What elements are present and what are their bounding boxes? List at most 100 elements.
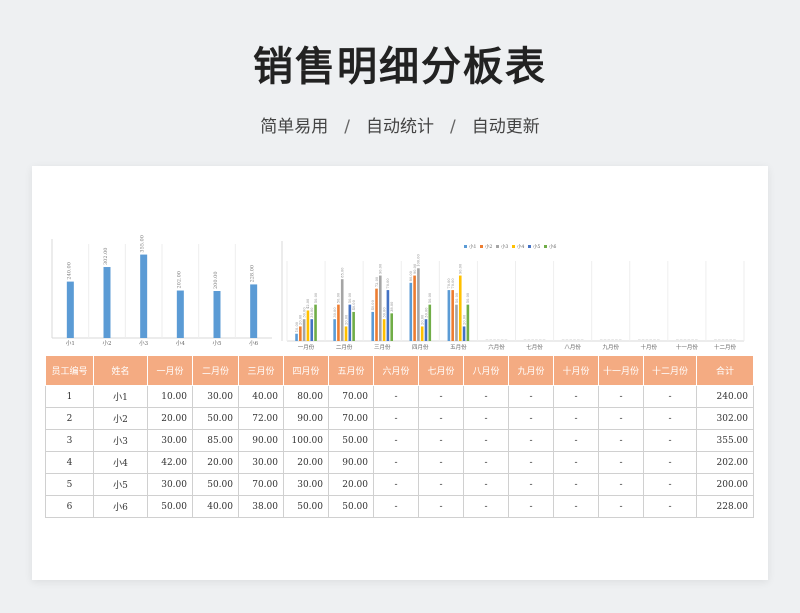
table-cell[interactable]: - bbox=[508, 473, 554, 496]
table-cell[interactable]: - bbox=[598, 429, 644, 452]
table-cell[interactable]: 10.00 bbox=[147, 385, 193, 408]
table-cell[interactable]: - bbox=[598, 407, 644, 430]
table-cell[interactable]: 80.00 bbox=[283, 385, 329, 408]
column-header[interactable]: 八月份 bbox=[463, 355, 509, 386]
table-cell[interactable]: 小2 bbox=[93, 407, 148, 430]
table-cell[interactable]: - bbox=[508, 495, 554, 518]
total-sales-chart[interactable]: 240.00 小1 302.00 小2 355.00 小3 202.00 小4 200.00 小5… bbox=[51, 235, 272, 347]
table-cell[interactable]: 40.00 bbox=[238, 385, 284, 408]
table-cell[interactable]: - bbox=[418, 407, 464, 430]
table-cell[interactable]: 20.00 bbox=[147, 407, 193, 430]
column-header[interactable]: 七月份 bbox=[418, 355, 464, 386]
table-cell[interactable]: 20.00 bbox=[283, 451, 329, 474]
table-cell[interactable]: 228.00 bbox=[696, 495, 754, 518]
table-cell[interactable]: - bbox=[508, 451, 554, 474]
table-cell[interactable]: 30.00 bbox=[192, 385, 239, 408]
table-cell[interactable]: - bbox=[418, 385, 464, 408]
table-cell[interactable]: 30.00 bbox=[238, 451, 284, 474]
table-cell[interactable]: 6 bbox=[45, 495, 94, 518]
table-cell[interactable]: 小5 bbox=[93, 473, 148, 496]
table-cell[interactable]: 72.00 bbox=[238, 407, 284, 430]
table-cell[interactable]: - bbox=[553, 451, 599, 474]
table-cell[interactable]: 小3 bbox=[93, 429, 148, 452]
table-cell[interactable]: 90.00 bbox=[283, 407, 329, 430]
table-cell[interactable]: 50.00 bbox=[192, 473, 239, 496]
table-cell[interactable]: - bbox=[643, 429, 697, 452]
column-header[interactable]: 三月份 bbox=[238, 355, 284, 386]
table-cell[interactable]: 355.00 bbox=[696, 429, 754, 452]
table-cell[interactable]: 40.00 bbox=[192, 495, 239, 518]
table-cell[interactable]: - bbox=[373, 429, 419, 452]
table-cell[interactable]: 38.00 bbox=[238, 495, 284, 518]
table-cell[interactable]: 90.00 bbox=[238, 429, 284, 452]
table-cell[interactable]: 200.00 bbox=[696, 473, 754, 496]
monthly-sales-chart[interactable]: 小1 小2 小3 小4 小5 小610.0020.0030.0042.0030.0050.… bbox=[281, 241, 745, 351]
table-cell[interactable]: 30.00 bbox=[147, 429, 193, 452]
table-cell[interactable]: 30.00 bbox=[283, 473, 329, 496]
table-cell[interactable]: - bbox=[598, 385, 644, 408]
table-cell[interactable]: - bbox=[373, 495, 419, 518]
table-cell[interactable]: - bbox=[643, 385, 697, 408]
table-cell[interactable]: 202.00 bbox=[696, 451, 754, 474]
table-cell[interactable]: - bbox=[553, 429, 599, 452]
table-cell[interactable]: 30.00 bbox=[147, 473, 193, 496]
column-header[interactable]: 合计 bbox=[696, 355, 754, 386]
table-cell[interactable]: - bbox=[463, 407, 509, 430]
table-cell[interactable]: - bbox=[373, 451, 419, 474]
table-cell[interactable]: 小1 bbox=[93, 385, 148, 408]
table-cell[interactable]: - bbox=[463, 429, 509, 452]
table-cell[interactable]: - bbox=[643, 451, 697, 474]
table-cell[interactable]: - bbox=[373, 407, 419, 430]
table-cell[interactable]: 70.00 bbox=[238, 473, 284, 496]
table-cell[interactable]: 50.00 bbox=[283, 495, 329, 518]
table-cell[interactable]: - bbox=[463, 473, 509, 496]
table-cell[interactable]: - bbox=[463, 385, 509, 408]
table-cell[interactable]: - bbox=[373, 385, 419, 408]
table-cell[interactable]: - bbox=[643, 407, 697, 430]
table-cell[interactable]: - bbox=[553, 473, 599, 496]
table-cell[interactable]: 4 bbox=[45, 451, 94, 474]
table-cell[interactable]: 1 bbox=[45, 385, 94, 408]
table-cell[interactable]: - bbox=[553, 385, 599, 408]
table-cell[interactable]: 50.00 bbox=[328, 495, 374, 518]
column-header[interactable]: 四月份 bbox=[283, 355, 329, 386]
table-cell[interactable]: - bbox=[508, 385, 554, 408]
table-cell[interactable]: 20.00 bbox=[192, 451, 239, 474]
column-header[interactable]: 姓名 bbox=[93, 355, 148, 386]
column-header[interactable]: 二月份 bbox=[192, 355, 239, 386]
column-header[interactable]: 六月份 bbox=[373, 355, 419, 386]
column-header[interactable]: 十月份 bbox=[553, 355, 599, 386]
table-cell[interactable]: 20.00 bbox=[328, 473, 374, 496]
table-cell[interactable]: 70.00 bbox=[328, 385, 374, 408]
table-cell[interactable]: - bbox=[418, 473, 464, 496]
table-cell[interactable]: 50.00 bbox=[147, 495, 193, 518]
table-cell[interactable]: 小6 bbox=[93, 495, 148, 518]
table-cell[interactable]: 85.00 bbox=[192, 429, 239, 452]
table-cell[interactable]: - bbox=[553, 407, 599, 430]
table-cell[interactable]: - bbox=[373, 473, 419, 496]
table-cell[interactable]: - bbox=[598, 495, 644, 518]
column-header[interactable]: 十一月份 bbox=[598, 355, 644, 386]
table-cell[interactable]: 90.00 bbox=[328, 451, 374, 474]
table-cell[interactable]: - bbox=[643, 473, 697, 496]
table-cell[interactable]: - bbox=[418, 451, 464, 474]
table-cell[interactable]: - bbox=[508, 407, 554, 430]
table-cell[interactable]: 100.00 bbox=[283, 429, 329, 452]
table-cell[interactable]: 小4 bbox=[93, 451, 148, 474]
column-header[interactable]: 五月份 bbox=[328, 355, 374, 386]
table-cell[interactable]: - bbox=[463, 495, 509, 518]
table-cell[interactable]: - bbox=[418, 495, 464, 518]
column-header[interactable]: 员工编号 bbox=[45, 355, 94, 386]
table-cell[interactable]: - bbox=[553, 495, 599, 518]
table-cell[interactable]: - bbox=[643, 495, 697, 518]
table-cell[interactable]: 70.00 bbox=[328, 407, 374, 430]
table-cell[interactable]: - bbox=[418, 429, 464, 452]
column-header[interactable]: 九月份 bbox=[508, 355, 554, 386]
column-header[interactable]: 十二月份 bbox=[643, 355, 697, 386]
table-cell[interactable]: 50.00 bbox=[192, 407, 239, 430]
table-cell[interactable]: - bbox=[508, 429, 554, 452]
table-cell[interactable]: - bbox=[598, 473, 644, 496]
table-cell[interactable]: 42.00 bbox=[147, 451, 193, 474]
table-cell[interactable]: - bbox=[463, 451, 509, 474]
table-cell[interactable]: - bbox=[598, 451, 644, 474]
